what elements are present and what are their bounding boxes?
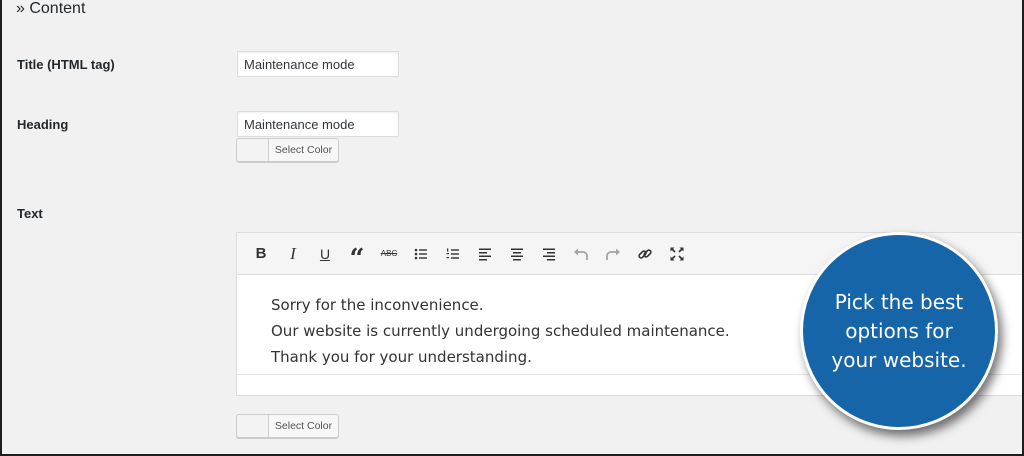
callout-badge: Pick the best options for your website. [800, 232, 998, 430]
blockquote-icon[interactable]: “ [341, 239, 373, 272]
underline-icon[interactable]: U [309, 239, 341, 269]
text-field-label: Text [17, 206, 43, 221]
title-field-label: Title (HTML tag) [17, 57, 115, 72]
color-swatch [237, 415, 269, 437]
align-right-icon[interactable] [533, 239, 565, 269]
heading-input[interactable] [237, 111, 399, 137]
italic-icon[interactable]: I [277, 239, 309, 269]
redo-icon[interactable] [597, 239, 629, 269]
undo-icon[interactable] [565, 239, 597, 269]
text-select-color-button[interactable]: Select Color [236, 414, 339, 438]
bullet-list-icon[interactable] [405, 239, 437, 269]
section-title: » Content [16, 0, 86, 17]
select-color-label: Select Color [274, 420, 333, 432]
align-center-icon[interactable] [501, 239, 533, 269]
numbered-list-icon[interactable] [437, 239, 469, 269]
strikethrough-icon[interactable]: ABC [373, 239, 405, 269]
select-color-label: Select Color [274, 144, 333, 156]
fullscreen-icon[interactable] [661, 239, 693, 269]
color-swatch [237, 139, 269, 161]
title-input[interactable] [237, 51, 399, 77]
heading-field-label: Heading [17, 117, 69, 132]
callout-text: Pick the best options for your website. [831, 289, 967, 372]
align-left-icon[interactable] [469, 239, 501, 269]
link-icon[interactable] [629, 239, 661, 269]
bold-icon[interactable]: B [245, 239, 277, 269]
heading-select-color-button[interactable]: Select Color [236, 138, 339, 162]
